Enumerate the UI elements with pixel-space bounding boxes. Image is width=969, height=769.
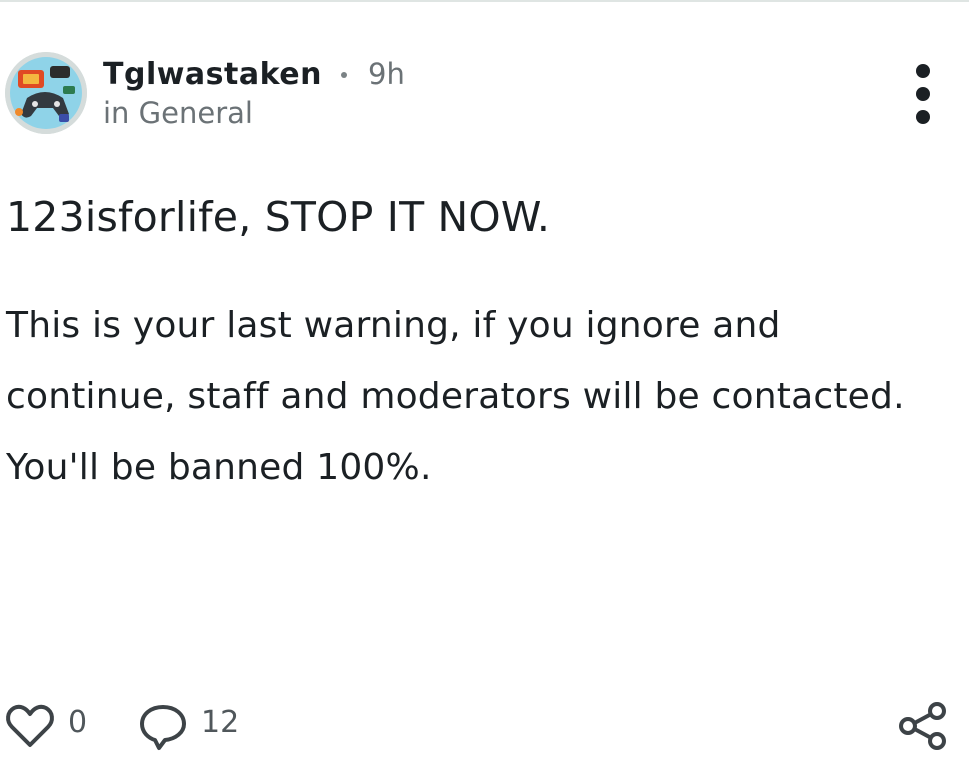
comment-count: 12 [201, 705, 240, 740]
more-vertical-icon-dot [916, 87, 930, 101]
avatar[interactable] [5, 52, 87, 134]
comment-button[interactable] [138, 702, 188, 752]
like-count: 0 [68, 705, 88, 740]
post-body: This is your last warning, if you ignore… [6, 305, 905, 488]
more-options-button[interactable] [905, 62, 941, 126]
more-vertical-icon [916, 64, 930, 78]
post-time: 9h [368, 57, 405, 91]
author-name[interactable]: Tglwastaken [103, 57, 322, 92]
comment-bubble-icon [140, 705, 186, 750]
post-card: Tglwastaken 9h in General 123isforlife, … [0, 0, 969, 769]
heart-icon [6, 704, 54, 747]
more-vertical-icon-dot [916, 110, 930, 124]
share-icon [899, 702, 946, 750]
post-title: 123isforlife, STOP IT NOW. [6, 193, 551, 241]
avatar-image [5, 52, 87, 134]
like-button[interactable] [4, 700, 56, 752]
separator-dot [341, 72, 347, 78]
share-button[interactable] [897, 702, 949, 750]
community-label[interactable]: in General [103, 96, 253, 130]
